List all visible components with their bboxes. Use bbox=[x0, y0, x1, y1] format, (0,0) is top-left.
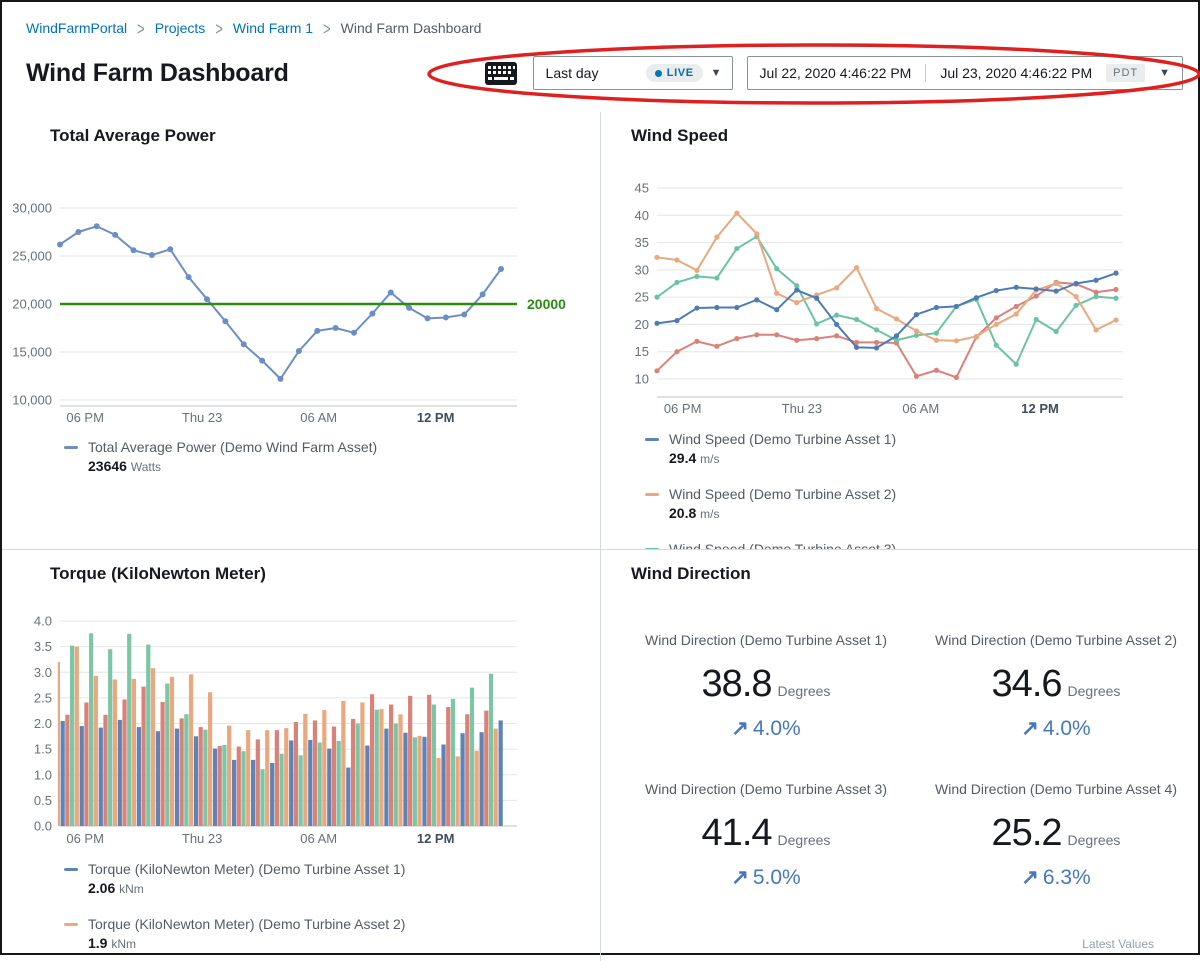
widget-wind-speed: Wind Speed 10 15 20 25 30 35 40 45 06 PM Thu 23 06… bbox=[600, 112, 1198, 549]
trend-up-icon: ↗ bbox=[1021, 717, 1039, 740]
legend-item: Torque (KiloNewton Meter) (Demo Turbine … bbox=[64, 915, 600, 954]
svg-text:35: 35 bbox=[635, 235, 649, 250]
caret-down-icon: ▼ bbox=[1159, 68, 1170, 79]
kpi-asset-3: Wind Direction (Demo Turbine Asset 3) 41… bbox=[621, 779, 911, 890]
widget-wind-direction: Wind Direction Wind Direction (Demo Turb… bbox=[600, 549, 1198, 961]
svg-text:10: 10 bbox=[635, 372, 649, 387]
dashboard-grid: Total Average Power 10,000 15,000 20,000 25… bbox=[2, 112, 1198, 961]
svg-text:1.5: 1.5 bbox=[34, 742, 52, 757]
time-range-dropdown[interactable]: Last day LIVE ▼ bbox=[533, 56, 733, 90]
svg-text:06 AM: 06 AM bbox=[902, 401, 939, 416]
kpi-asset-1: Wind Direction (Demo Turbine Asset 1) 38… bbox=[621, 630, 911, 741]
wind-direction-kpi-grid: Wind Direction (Demo Turbine Asset 1) 38… bbox=[621, 630, 1178, 890]
svg-text:40: 40 bbox=[635, 208, 649, 223]
latest-values-note: Latest Values bbox=[1082, 937, 1154, 951]
kpi-asset-2: Wind Direction (Demo Turbine Asset 2) 34… bbox=[911, 630, 1198, 741]
wind-speed-chart[interactable]: 10 15 20 25 30 35 40 45 06 PM Thu 23 06 AM 12 PM bbox=[611, 174, 1191, 420]
svg-text:12 PM: 12 PM bbox=[1021, 401, 1059, 416]
svg-text:2.0: 2.0 bbox=[34, 716, 52, 731]
svg-text:06 AM: 06 AM bbox=[300, 831, 337, 846]
svg-text:Thu 23: Thu 23 bbox=[182, 831, 222, 846]
svg-text:20000: 20000 bbox=[527, 296, 566, 312]
svg-text:3.5: 3.5 bbox=[34, 639, 52, 654]
widget-title: Wind Direction bbox=[631, 564, 1198, 584]
breadcrumb-separator-icon: > bbox=[215, 18, 223, 39]
svg-text:1.0: 1.0 bbox=[34, 767, 52, 782]
svg-text:30,000: 30,000 bbox=[12, 201, 52, 216]
page-header: Wind Farm Dashboard Last day LIVE ▼ Jul … bbox=[2, 36, 1198, 90]
svg-text:Thu 23: Thu 23 bbox=[782, 401, 822, 416]
time-range-label: Last day bbox=[546, 65, 638, 81]
live-badge: LIVE bbox=[646, 64, 703, 82]
timezone-badge: PDT bbox=[1106, 64, 1145, 82]
svg-text:45: 45 bbox=[635, 181, 649, 196]
date-range-divider bbox=[925, 64, 926, 82]
svg-text:06 AM: 06 AM bbox=[300, 410, 337, 425]
breadcrumb-separator-icon: > bbox=[137, 18, 145, 39]
kpi-asset-4: Wind Direction (Demo Turbine Asset 4) 25… bbox=[911, 779, 1198, 890]
svg-text:10,000: 10,000 bbox=[12, 393, 52, 408]
svg-text:06 PM: 06 PM bbox=[66, 410, 104, 425]
svg-text:3.0: 3.0 bbox=[34, 665, 52, 680]
svg-text:20: 20 bbox=[635, 317, 649, 332]
trend-up-icon: ↗ bbox=[731, 717, 749, 740]
svg-text:30: 30 bbox=[635, 262, 649, 277]
svg-text:12 PM: 12 PM bbox=[417, 831, 455, 846]
svg-text:20,000: 20,000 bbox=[12, 297, 52, 312]
legend-item: Wind Speed (Demo Turbine Asset 3) bbox=[645, 540, 1198, 549]
page-title: Wind Farm Dashboard bbox=[26, 59, 483, 88]
widget-total-average-power: Total Average Power 10,000 15,000 20,000 25… bbox=[2, 112, 600, 549]
breadcrumb-projects[interactable]: Projects bbox=[155, 20, 206, 36]
widget-title: Torque (KiloNewton Meter) bbox=[50, 564, 600, 584]
breadcrumb-wind-farm-1[interactable]: Wind Farm 1 bbox=[233, 20, 313, 36]
legend-swatch-icon bbox=[64, 923, 78, 926]
widget-title: Total Average Power bbox=[50, 126, 600, 146]
breadcrumb-windfarmportal[interactable]: WindFarmPortal bbox=[26, 20, 127, 36]
svg-text:Thu 23: Thu 23 bbox=[182, 410, 222, 425]
breadcrumb: WindFarmPortal > Projects > Wind Farm 1 … bbox=[2, 2, 1198, 36]
torque-legend: Torque (KiloNewton Meter) (Demo Turbine … bbox=[64, 860, 600, 961]
svg-text:25: 25 bbox=[635, 290, 649, 305]
legend-swatch-icon bbox=[64, 446, 78, 449]
widget-torque: Torque (KiloNewton Meter) 0.0 0.5 1.0 1.5 2.… bbox=[2, 549, 600, 961]
date-range-picker[interactable]: Jul 22, 2020 4:46:22 PM Jul 23, 2020 4:4… bbox=[747, 56, 1183, 90]
dashboard-page: { "breadcrumb": { "items": ["WindFarmPor… bbox=[0, 0, 1200, 955]
legend-item: Torque (KiloNewton Meter) (Demo Turbine … bbox=[64, 860, 600, 899]
torque-chart[interactable]: 0.0 0.5 1.0 1.5 2.0 2.5 3.0 3.5 4.0 06 PM Thu 23 06… bbox=[12, 606, 577, 850]
svg-text:0.5: 0.5 bbox=[34, 793, 52, 808]
date-range-end: Jul 23, 2020 4:46:22 PM bbox=[940, 65, 1092, 81]
svg-text:15,000: 15,000 bbox=[12, 345, 52, 360]
svg-text:06 PM: 06 PM bbox=[66, 831, 104, 846]
svg-text:25,000: 25,000 bbox=[12, 249, 52, 264]
svg-text:12 PM: 12 PM bbox=[417, 410, 455, 425]
keyboard-icon[interactable] bbox=[483, 58, 519, 88]
trend-up-icon: ↗ bbox=[1021, 866, 1039, 889]
live-dot-icon bbox=[655, 70, 662, 77]
legend-item: Wind Speed (Demo Turbine Asset 1) 29.4 m… bbox=[645, 430, 1198, 469]
svg-text:0.0: 0.0 bbox=[34, 819, 52, 834]
widget-title: Wind Speed bbox=[631, 126, 1198, 146]
svg-text:4.0: 4.0 bbox=[34, 614, 52, 629]
legend-item: Wind Speed (Demo Turbine Asset 2) 20.8 m… bbox=[645, 485, 1198, 524]
svg-text:2.5: 2.5 bbox=[34, 690, 52, 705]
legend-item: Total Average Power (Demo Wind Farm Asse… bbox=[64, 438, 600, 477]
caret-down-icon: ▼ bbox=[711, 68, 722, 79]
power-legend: Total Average Power (Demo Wind Farm Asse… bbox=[64, 438, 600, 477]
date-range-start: Jul 22, 2020 4:46:22 PM bbox=[760, 65, 912, 81]
total-average-power-chart[interactable]: 10,000 15,000 20,000 25,000 30,000 06 PM Thu 2… bbox=[12, 186, 577, 428]
svg-text:15: 15 bbox=[635, 344, 649, 359]
time-controls: Last day LIVE ▼ Jul 22, 2020 4:46:22 PM … bbox=[483, 56, 1183, 90]
breadcrumb-current-page: Wind Farm Dashboard bbox=[341, 20, 482, 36]
legend-swatch-icon bbox=[64, 868, 78, 871]
svg-text:06 PM: 06 PM bbox=[664, 401, 702, 416]
trend-up-icon: ↗ bbox=[731, 866, 749, 889]
breadcrumb-separator-icon: > bbox=[323, 18, 331, 39]
wind-speed-legend: Wind Speed (Demo Turbine Asset 1) 29.4 m… bbox=[645, 430, 1198, 549]
legend-swatch-icon bbox=[645, 438, 659, 441]
legend-swatch-icon bbox=[645, 493, 659, 496]
